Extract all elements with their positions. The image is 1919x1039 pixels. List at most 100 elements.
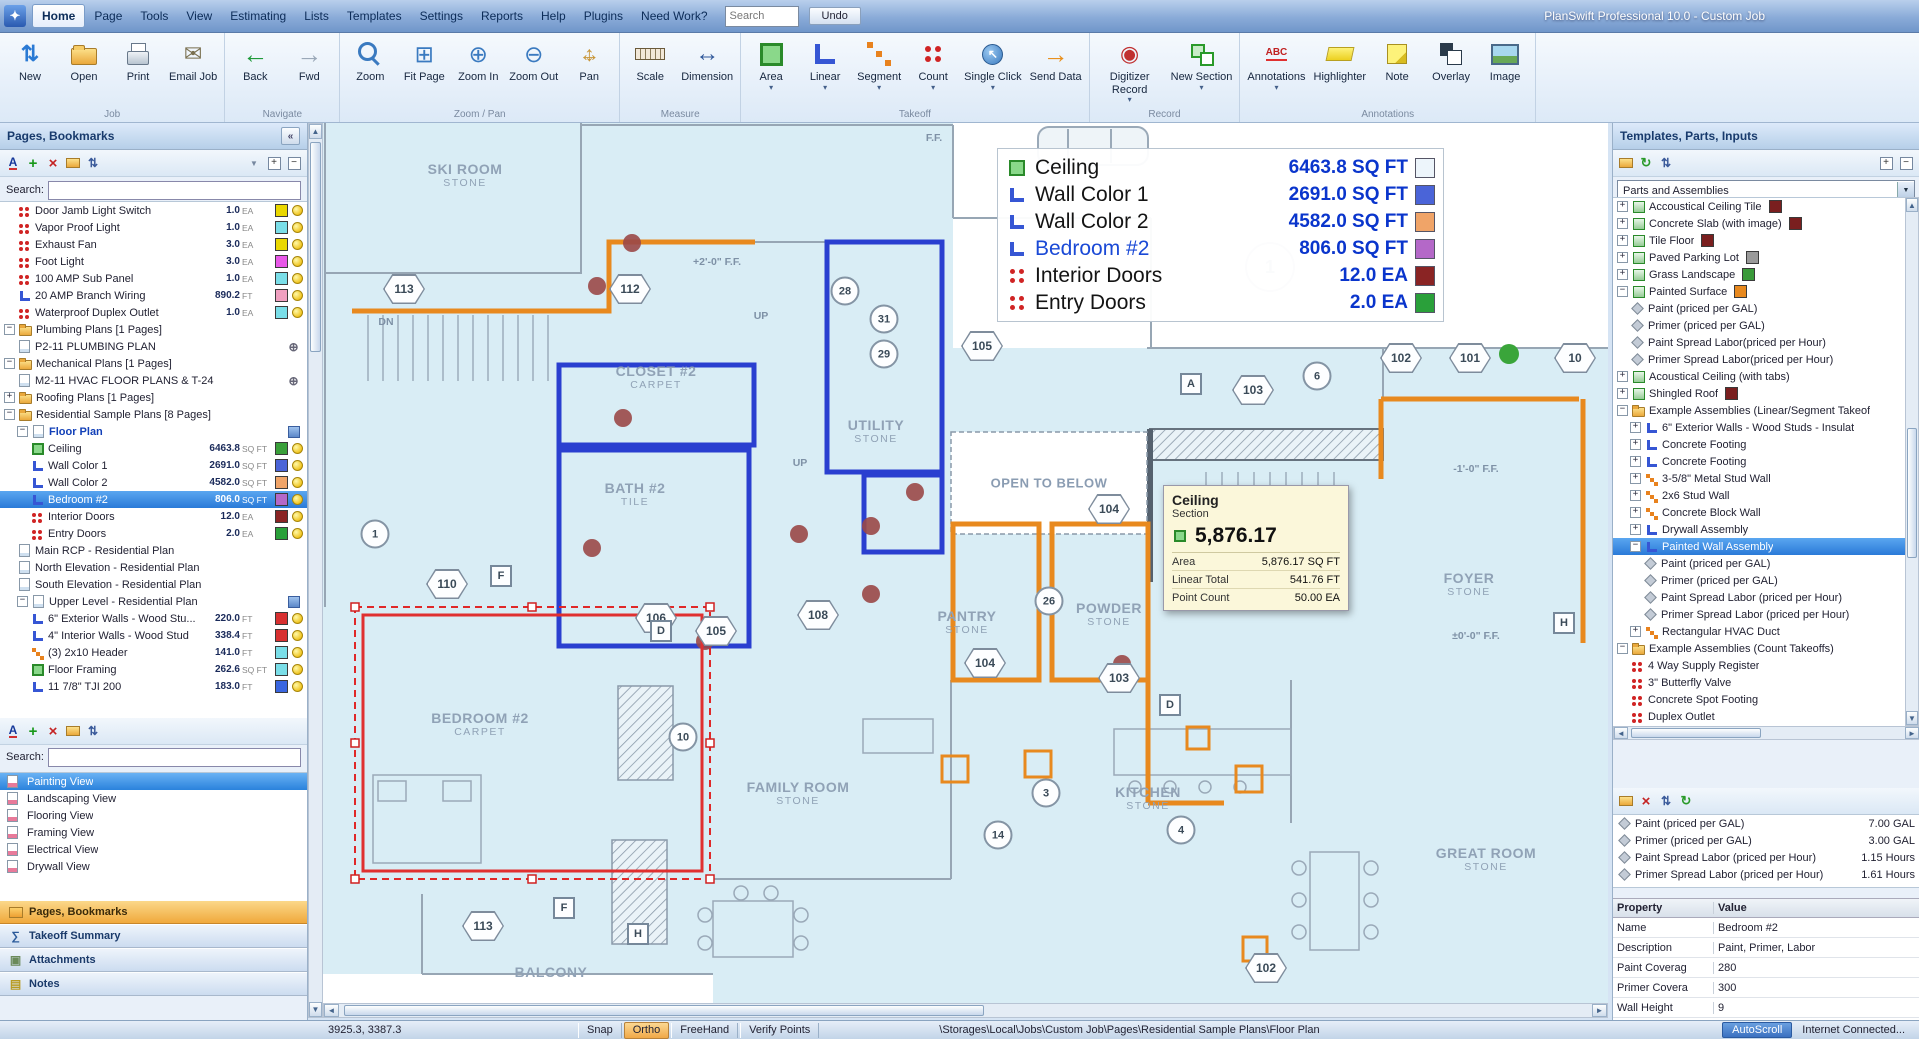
tree-item-wall-color-1[interactable]: Wall Color 12691.0SQ FT: [0, 457, 307, 474]
view-item-framing-view[interactable]: Framing View: [0, 824, 307, 841]
scroll-right-arrow-icon[interactable]: ►: [1592, 1004, 1607, 1017]
collapse-icon[interactable]: −: [4, 358, 15, 369]
tree-item-6-exterior-walls-wood-stu[interactable]: 6" Exterior Walls - Wood Stu...220.0FT: [0, 610, 307, 627]
new-folder-icon[interactable]: [1617, 154, 1635, 172]
status-toggle-ortho[interactable]: Ortho: [624, 1022, 670, 1039]
menu-tab-plugins[interactable]: Plugins: [575, 5, 632, 27]
tree-item-3-5-8-metal-stud-wall[interactable]: +3-5/8" Metal Stud Wall: [1613, 470, 1919, 487]
menu-tab-settings[interactable]: Settings: [411, 5, 472, 27]
tree-item-floor-plan[interactable]: −Floor Plan: [0, 423, 307, 440]
tree-item-duplex-outlet[interactable]: Duplex Outlet: [1613, 708, 1919, 725]
ribbon-button-count[interactable]: Count▾: [906, 35, 960, 92]
tree-item-waterproof-duplex-outlet[interactable]: Waterproof Duplex Outlet1.0EA: [0, 304, 307, 321]
menu-tab-view[interactable]: View: [177, 5, 221, 27]
legend-row-wall-color-2[interactable]: Wall Color 24582.0 SQ FT: [1006, 208, 1435, 235]
delete-item-icon[interactable]: [44, 722, 62, 740]
tree-item-main-rcp-residential-plan[interactable]: Main RCP - Residential Plan: [0, 542, 307, 559]
tree-item-example-assemblies-linear-segment-takeof[interactable]: −Example Assemblies (Linear/Segment Take…: [1613, 402, 1919, 419]
part-item-paint-priced-per-gal[interactable]: Paint (priced per GAL)7.00 GAL: [1613, 815, 1919, 832]
property-row-paint-coverag[interactable]: Paint Coverag280: [1613, 958, 1919, 978]
collapse-icon[interactable]: −: [1617, 286, 1628, 297]
plan-canvas[interactable]: SKI ROOMSTONECLOSET #2CARPETBATH #2TILEU…: [323, 123, 1608, 1003]
accordion-notes[interactable]: Notes: [0, 972, 307, 996]
tree-item-residential-sample-plans-8-pages[interactable]: −Residential Sample Plans [8 Pages]: [0, 406, 307, 423]
collapse-icon[interactable]: −: [17, 426, 28, 437]
collapse-icon[interactable]: −: [4, 324, 15, 335]
ribbon-button-zoom-in[interactable]: Zoom In: [451, 35, 505, 84]
tree-item-p2-11-plumbing-plan[interactable]: P2-11 PLUMBING PLAN: [0, 338, 307, 355]
scrollbar-thumb[interactable]: [1631, 728, 1761, 738]
expand-icon[interactable]: +: [1630, 507, 1641, 518]
expand-icon[interactable]: +: [1617, 269, 1628, 280]
refresh-icon[interactable]: [1637, 154, 1655, 172]
scroll-up-arrow-icon[interactable]: ▲: [1906, 198, 1918, 212]
tree-item-painted-wall-assembly[interactable]: −Painted Wall Assembly: [1613, 538, 1919, 555]
view-item-flooring-view[interactable]: Flooring View: [0, 807, 307, 824]
sort-icon[interactable]: [84, 722, 102, 740]
tree-item-20-amp-branch-wiring[interactable]: 20 AMP Branch Wiring890.2FT: [0, 287, 307, 304]
scroll-right-arrow-icon[interactable]: ►: [1905, 727, 1919, 739]
add-item-icon[interactable]: [24, 722, 42, 740]
tree-item-north-elevation-residential-plan[interactable]: North Elevation - Residential Plan: [0, 559, 307, 576]
tree-item-paint-spread-labor-priced-per-hour[interactable]: Paint Spread Labor(priced per Hour): [1613, 334, 1919, 351]
menu-tab-lists[interactable]: Lists: [295, 5, 338, 27]
tree-item-11-7-8-tji-200[interactable]: 11 7/8" TJI 200183.0FT: [0, 678, 307, 695]
font-size-icon[interactable]: [4, 722, 22, 740]
collapse-all-icon[interactable]: [285, 154, 303, 172]
tree-item-paint-spread-labor-priced-per-hour[interactable]: Paint Spread Labor (priced per Hour): [1613, 589, 1919, 606]
tree-item-interior-doors[interactable]: Interior Doors12.0EA: [0, 508, 307, 525]
ribbon-button-print[interactable]: Print: [111, 35, 165, 84]
tree-item-ceiling[interactable]: Ceiling6463.8SQ FT: [0, 440, 307, 457]
scroll-down-arrow-icon[interactable]: ▼: [1906, 711, 1918, 725]
tree-item-paint-priced-per-gal[interactable]: Paint (priced per GAL): [1613, 555, 1919, 572]
ribbon-button-new[interactable]: New: [3, 35, 57, 84]
expand-icon[interactable]: +: [4, 392, 15, 403]
tree-item-6-exterior-walls-wood-studs-insulat[interactable]: +6" Exterior Walls - Wood Studs - Insula…: [1613, 419, 1919, 436]
ribbon-button-send-data[interactable]: Send Data: [1026, 35, 1086, 84]
scroll-left-arrow-icon[interactable]: ◄: [324, 1004, 339, 1017]
expand-icon[interactable]: +: [1630, 439, 1641, 450]
tree-item-concrete-footing[interactable]: +Concrete Footing: [1613, 436, 1919, 453]
ribbon-button-overlay[interactable]: Overlay: [1424, 35, 1478, 84]
expand-icon[interactable]: +: [1630, 473, 1641, 484]
view-item-painting-view[interactable]: Painting View: [0, 773, 307, 790]
expand-icon[interactable]: +: [1630, 524, 1641, 535]
expand-all-icon[interactable]: [265, 154, 283, 172]
tree-item-bedroom-2[interactable]: Bedroom #2806.0SQ FT: [0, 491, 307, 508]
tree-item-3-butterfly-valve[interactable]: 3" Butterfly Valve: [1613, 674, 1919, 691]
expand-icon[interactable]: +: [1617, 252, 1628, 263]
status-toggle-freehand[interactable]: FreeHand: [671, 1023, 738, 1038]
status-toggle-verify-points[interactable]: Verify Points: [740, 1023, 819, 1038]
expand-icon[interactable]: +: [1617, 388, 1628, 399]
collapse-icon[interactable]: −: [1617, 405, 1628, 416]
expand-icon[interactable]: +: [1617, 201, 1628, 212]
tree-item-concrete-block-wall[interactable]: +Concrete Block Wall: [1613, 504, 1919, 521]
tree-item-door-jamb-light-switch[interactable]: Door Jamb Light Switch1.0EA: [0, 202, 307, 219]
refresh-icon[interactable]: [1677, 792, 1695, 810]
tree-item-tile-floor[interactable]: +Tile Floor: [1613, 232, 1919, 249]
ribbon-button-open[interactable]: Open: [57, 35, 111, 84]
tree-item-acoustical-ceiling-with-tabs[interactable]: +Acoustical Ceiling (with tabs): [1613, 368, 1919, 385]
undo-button[interactable]: Undo: [809, 7, 861, 25]
ribbon-button-single-click[interactable]: Single Click▾: [960, 35, 1025, 92]
tree-item-4-way-supply-register[interactable]: 4 Way Supply Register: [1613, 657, 1919, 674]
sort-icon[interactable]: [1657, 154, 1675, 172]
collapse-panel-button[interactable]: «: [281, 127, 300, 145]
scroll-up-arrow-icon[interactable]: ▲: [309, 124, 322, 139]
ribbon-button-note[interactable]: Note: [1370, 35, 1424, 84]
autoscroll-button[interactable]: AutoScroll: [1722, 1022, 1792, 1038]
collapse-icon[interactable]: −: [1617, 643, 1628, 654]
legend-row-entry-doors[interactable]: Entry Doors2.0 EA: [1006, 289, 1435, 316]
tree-item-concrete-footing[interactable]: +Concrete Footing: [1613, 453, 1919, 470]
delete-item-icon[interactable]: [1637, 792, 1655, 810]
tree-item-primer-spread-labor-priced-per-hour[interactable]: Primer Spread Labor(priced per Hour): [1613, 351, 1919, 368]
tree-item-primer-priced-per-gal[interactable]: Primer (priced per GAL): [1613, 572, 1919, 589]
filter-icon[interactable]: [245, 154, 263, 172]
menu-tab-help[interactable]: Help: [532, 5, 575, 27]
collapse-icon[interactable]: −: [1630, 541, 1641, 552]
tree-item-2x6-stud-wall[interactable]: +2x6 Stud Wall: [1613, 487, 1919, 504]
views-search-input[interactable]: [48, 748, 301, 767]
collapse-icon[interactable]: −: [17, 596, 28, 607]
legend-row-ceiling[interactable]: Ceiling6463.8 SQ FT: [1006, 154, 1435, 181]
tree-item-south-elevation-residential-plan[interactable]: South Elevation - Residential Plan: [0, 576, 307, 593]
